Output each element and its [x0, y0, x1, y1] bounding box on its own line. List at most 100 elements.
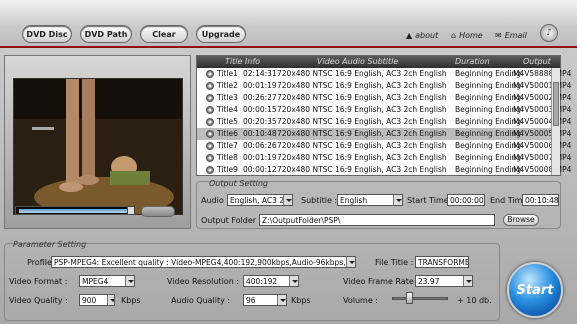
- cell-output: M4V50008.MP4: [513, 165, 572, 174]
- cell-video-audio-subtitle: 720x480 NTSC 16:9 English, AC3 2ch Engli…: [277, 81, 447, 90]
- chevron-down-icon: [393, 195, 402, 205]
- volume-slider[interactable]: [392, 297, 448, 300]
- seek-handle[interactable]: [127, 206, 135, 215]
- cell-time: 02:14:31: [243, 69, 277, 78]
- dvd-disc-button[interactable]: DVD Disc: [22, 25, 72, 43]
- seek-bar[interactable]: [15, 206, 133, 215]
- scroll-thumb[interactable]: [553, 82, 559, 126]
- volume-label: Volume :: [343, 296, 378, 305]
- email-link[interactable]: ✉ Email: [495, 31, 527, 40]
- upgrade-button[interactable]: Upgrade: [196, 25, 246, 43]
- frame-rate-value: 23.97: [418, 277, 440, 286]
- cell-output: M4V50006.MP4: [513, 141, 572, 150]
- snapshot-button[interactable]: [141, 206, 175, 217]
- profile-select-value: PSP-MPEG4: Excellent quality : Video-MPE…: [54, 258, 356, 267]
- cell-output: M4V50001.MP4: [513, 81, 572, 90]
- cell-title: Title5: [217, 117, 238, 126]
- cell-title: Title8: [217, 153, 238, 162]
- cell-duration: Beginning Ending: [455, 117, 521, 126]
- audio-select[interactable]: English, AC3 2ch: [227, 194, 293, 206]
- chevron-down-icon: [346, 257, 355, 267]
- audio-quality-label: Audio Quality :: [171, 296, 231, 305]
- profile-select[interactable]: PSP-MPEG4: Excellent quality : Video-MPE…: [51, 256, 356, 268]
- col-title-info: Title Info: [225, 57, 261, 66]
- volume-slider-handle[interactable]: [406, 292, 413, 304]
- chevron-down-icon: [125, 276, 134, 286]
- audio-kbps-label: Kbps: [291, 296, 311, 305]
- video-resolution-label: Video Resolution :: [167, 277, 239, 286]
- frame-rate-label: Video Frame Rate :: [343, 277, 420, 286]
- col-video-audio-subtitle: Video Audio Subtitle: [317, 57, 399, 66]
- cell-title: Title7: [217, 141, 238, 150]
- cell-video-audio-subtitle: 720x480 NTSC 16:9 English, AC3 2ch Engli…: [277, 153, 447, 162]
- video-quality-value: 900: [82, 296, 97, 305]
- disc-icon: [206, 94, 214, 102]
- parameter-setting-legend: Parameter Setting: [13, 240, 87, 249]
- cell-duration: Beginning Ending: [455, 93, 521, 102]
- output-folder-input[interactable]: Z:\OutputFolder\PSP\: [259, 214, 495, 226]
- video-kbps-label: Kbps: [121, 296, 141, 305]
- table-row[interactable]: Title7 00:06:26 720x480 NTSC 16:9 English,…: [197, 140, 571, 152]
- table-header: Title Info Video Audio Subtitle Duration…: [197, 56, 560, 68]
- table-scrollbar[interactable]: [551, 68, 560, 175]
- video-format-select[interactable]: MPEG4: [79, 275, 135, 287]
- table-row[interactable]: Title9 00:00:12 720x480 NTSC 16:9 English,…: [197, 164, 571, 176]
- col-duration: Duration: [455, 57, 490, 66]
- cell-time: 00:01:19: [243, 153, 277, 162]
- parameter-setting-group: Parameter Setting Profile : PSP-MPEG4: E…: [4, 240, 500, 321]
- clear-button[interactable]: Clear: [140, 25, 188, 43]
- cell-duration: Beginning Ending: [455, 153, 521, 162]
- table-row[interactable]: Title3 00:26:27 720x480 NTSC 16:9 English,…: [197, 92, 571, 104]
- title-table: Title Info Video Audio Subtitle Duration…: [196, 55, 571, 176]
- video-resolution-select[interactable]: 400:192: [243, 275, 299, 287]
- cell-video-audio-subtitle: 720x480 NTSC 16:9 English, AC3 2ch Engli…: [277, 93, 447, 102]
- video-quality-label: Video Quality :: [9, 296, 68, 305]
- table-row[interactable]: Title2 00:01:19 720x480 NTSC 16:9 English,…: [197, 80, 571, 92]
- disc-icon: [206, 70, 214, 78]
- table-row[interactable]: Title8 00:01:19 720x480 NTSC 16:9 English,…: [197, 152, 571, 164]
- cell-output: M4V50005.MP4: [513, 129, 572, 138]
- disc-icon: [206, 106, 214, 114]
- table-row[interactable]: Title6 00:10:48 720x480 NTSC 16:9 English,…: [197, 128, 571, 140]
- disc-icon: [206, 130, 214, 138]
- start-time-input[interactable]: 00:00:00: [447, 194, 485, 206]
- about-link[interactable]: ▲ about: [406, 31, 438, 40]
- cell-duration: Beginning Ending: [455, 69, 521, 78]
- table-row[interactable]: Title4 00:00:15 720x480 NTSC 16:9 English,…: [197, 104, 571, 116]
- cell-video-audio-subtitle: 720x480 NTSC 16:9 English, AC3 2ch Engli…: [277, 105, 447, 114]
- audio-quality-select[interactable]: 96: [243, 294, 287, 306]
- table-row[interactable]: Title1 02:14:31 720x480 NTSC 16:9 English,…: [197, 68, 571, 80]
- home-icon: ⌂: [451, 31, 457, 40]
- cell-duration: Beginning Ending: [455, 105, 521, 114]
- cell-duration: Beginning Ending: [455, 141, 521, 150]
- video-resolution-value: 400:192: [246, 277, 278, 286]
- start-button[interactable]: Start: [507, 262, 563, 318]
- dvd-path-button[interactable]: DVD Path: [80, 25, 132, 43]
- subtitle-label: Subtitle :: [301, 196, 338, 205]
- browse-button[interactable]: Browse: [503, 214, 539, 226]
- cell-duration: Beginning Ending: [455, 165, 521, 174]
- subtitle-select[interactable]: English: [337, 194, 403, 206]
- disc-icon: [206, 82, 214, 90]
- cell-title: Title1: [217, 69, 238, 78]
- cell-duration: Beginning Ending: [455, 129, 521, 138]
- home-link[interactable]: ⌂ Home: [451, 31, 483, 40]
- cell-video-audio-subtitle: 720x480 NTSC 16:9 English, AC3 2ch Engli…: [277, 117, 447, 126]
- video-format-label: Video Format :: [9, 277, 68, 286]
- cell-time: 00:00:12: [243, 165, 277, 174]
- end-time-input[interactable]: 00:10:48: [522, 194, 559, 206]
- cell-output: M4V50007.MP4: [513, 153, 572, 162]
- cell-output: M4V50003.MP4: [513, 105, 572, 114]
- cell-title: Title9: [217, 165, 238, 174]
- file-title-input[interactable]: TRANSFORMERS: [415, 256, 469, 268]
- table-row[interactable]: Title5 00:20:35 720x480 NTSC 16:9 English,…: [197, 116, 571, 128]
- email-icon: ✉: [495, 31, 502, 40]
- cell-video-audio-subtitle: 720x480 NTSC 16:9 English, AC3 2ch Engli…: [277, 141, 447, 150]
- output-setting-legend: Output Setting: [209, 179, 268, 188]
- frame-rate-select[interactable]: 23.97: [415, 275, 473, 287]
- spinner-icon[interactable]: [107, 295, 114, 305]
- video-quality-input[interactable]: 900: [79, 294, 115, 306]
- chevron-down-icon: [277, 295, 286, 305]
- video-preview: [13, 78, 183, 217]
- audio-quality-value: 96: [246, 296, 256, 305]
